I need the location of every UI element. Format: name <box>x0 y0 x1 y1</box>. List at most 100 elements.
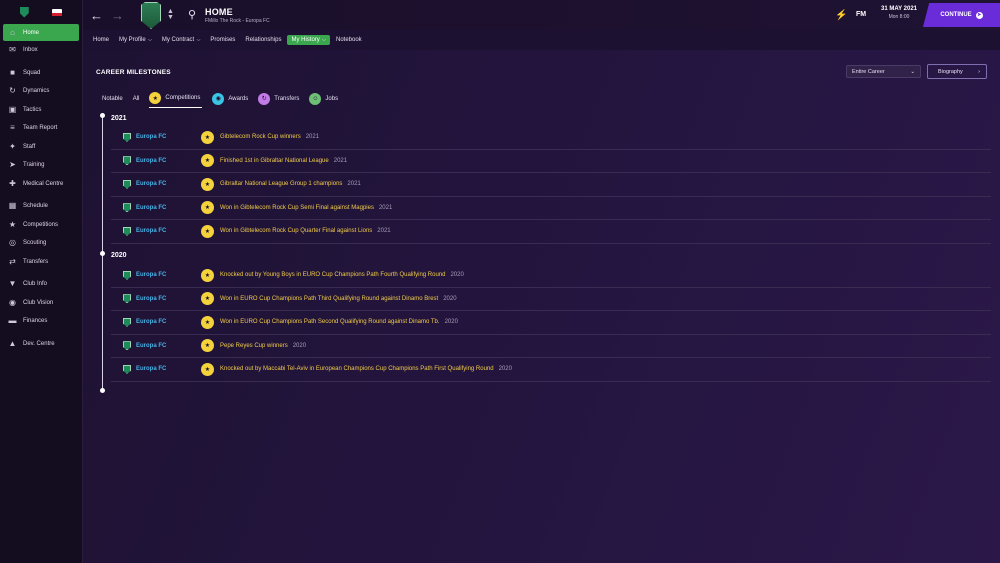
back-arrow-icon[interactable]: ← <box>90 8 103 23</box>
sidebar-item-home[interactable]: ⌂ Home <box>3 24 79 41</box>
filter-competitions-label: Competitions <box>165 95 201 101</box>
sidebar-item-competitions[interactable]: ★ Competitions <box>0 216 82 235</box>
milestone-row: Europa FC ★ Knocked out by Maccabi Tel-Avi… <box>111 358 991 382</box>
shield-icon: ▼ <box>8 279 17 289</box>
switch-club-icon[interactable]: ▲ ▼ <box>167 8 174 21</box>
sidebar-item-label: Competitions <box>23 221 59 228</box>
club-link[interactable]: Europa FC <box>136 366 201 372</box>
sidebar-item-label: Schedule <box>23 203 49 210</box>
fm-menu-button[interactable]: FM <box>856 11 866 18</box>
sidebar-item-club-vision[interactable]: ◉ Club Vision <box>0 294 82 313</box>
milestone-text[interactable]: Finished 1st in Gibraltar National Leagu… <box>220 158 329 164</box>
training-icon: ➤ <box>9 160 16 170</box>
sidebar-item-club-info[interactable]: ▼ Club Info <box>0 275 82 294</box>
nation-flag-icon[interactable] <box>52 8 63 16</box>
club-link[interactable]: Europa FC <box>136 272 201 278</box>
trophy-icon: ★ <box>201 315 214 329</box>
sidebar-item-staff[interactable]: ✦ Staff <box>0 138 82 157</box>
club-badge-icon[interactable] <box>19 6 29 18</box>
sidebar-item-tactics[interactable]: ▣ Tactics <box>0 101 82 120</box>
filter-awards[interactable]: ◉ Awards <box>212 92 248 108</box>
filter-notable[interactable]: Notable <box>102 96 123 105</box>
sidebar-item-medical-centre[interactable]: ✚ Medical Centre <box>0 175 82 194</box>
milestone-row: Europa FC ★ Finished 1st in Gibraltar Nati… <box>111 150 991 173</box>
club-link[interactable]: Europa FC <box>136 343 201 349</box>
milestone-year: 2020 <box>443 295 457 302</box>
sidebar-item-inbox[interactable]: ✉ Inbox <box>0 41 82 60</box>
tab-promises[interactable]: Promises <box>206 35 239 45</box>
game-date[interactable]: 31 MAY 2021 Mon 8:00 <box>879 6 919 20</box>
sidebar-item-label: Medical Centre <box>23 180 64 187</box>
tab-home[interactable]: Home <box>89 35 113 45</box>
milestone-text[interactable]: Gibtelecom Rock Cup winners <box>220 134 301 140</box>
sidebar-item-finances[interactable]: ▬ Finances <box>0 312 82 331</box>
milestone-text[interactable]: Knocked out by Maccabi Tel-Aviv in Europ… <box>220 366 494 372</box>
filter-all[interactable]: All <box>133 96 140 105</box>
sidebar-item-label: Squad <box>23 69 41 76</box>
period-select-value: Entire Career <box>852 68 885 75</box>
timeline-dot <box>100 388 105 393</box>
tab-my-contract[interactable]: My Contract ⌵ <box>158 35 205 45</box>
tab-my-history[interactable]: My History ⌵ <box>287 35 330 45</box>
filter-transfers[interactable]: ↻ Transfers <box>258 92 300 108</box>
milestone-text[interactable]: Won in EURO Cup Champions Path Third Qua… <box>220 296 438 302</box>
award-icon: ◉ <box>212 92 225 105</box>
milestone-text[interactable]: Pepe Reyes Cup winners <box>220 343 288 349</box>
trophy-icon: ★ <box>201 177 214 191</box>
search-icon[interactable]: ⚲ <box>188 8 196 21</box>
continue-button[interactable]: CONTINUE ➤ <box>923 3 1000 27</box>
milestone-text[interactable]: Won in EURO Cup Champions Path Second Qu… <box>220 319 440 325</box>
club-crest[interactable] <box>141 2 161 29</box>
shirt-icon: ■ <box>10 67 15 77</box>
milestone-row: Europa FC ★ Pepe Reyes Cup winners 2020 <box>111 335 991 358</box>
milestone-text[interactable]: Won in Gibtelecom Rock Cup Semi Final ag… <box>220 205 374 211</box>
notifications-icon[interactable]: ⚡ <box>835 10 847 21</box>
filter-jobs[interactable]: ☺ Jobs <box>309 92 338 108</box>
forward-arrow-icon[interactable]: → <box>111 8 124 23</box>
sidebar-item-label: Club Info <box>23 281 48 288</box>
milestone-text[interactable]: Won in Gibtelecom Rock Cup Quarter Final… <box>220 228 372 234</box>
sidebar-item-transfers[interactable]: ⇄ Transfers <box>0 253 82 272</box>
sidebar-item-dev-centre[interactable]: ▲ Dev. Centre <box>0 335 82 354</box>
tab-notebook[interactable]: Notebook <box>332 35 366 45</box>
club-link[interactable]: Europa FC <box>136 296 201 302</box>
sidebar-nav: ⌂ Home ✉ Inbox ■ Squad ↻ Dynamics ▣ Tactics ≡ Team … <box>0 24 82 353</box>
tab-label: Relationships <box>245 37 282 43</box>
milestone-year: 2021 <box>378 204 393 211</box>
biography-button[interactable]: Biography › <box>927 64 987 79</box>
club-link[interactable]: Europa FC <box>136 134 201 140</box>
sidebar-item-label: Finances <box>23 318 48 325</box>
sidebar-item-label: Dynamics <box>23 88 50 95</box>
club-link[interactable]: Europa FC <box>136 319 201 325</box>
sidebar-item-schedule[interactable]: ▦ Schedule <box>0 197 82 216</box>
continue-arrow-icon: ➤ <box>975 11 983 19</box>
period-select[interactable]: Entire Career ⌄ <box>846 65 921 78</box>
inbox-icon: ✉ <box>9 45 16 55</box>
tab-my-profile[interactable]: My Profile ⌵ <box>115 35 156 45</box>
milestone-text[interactable]: Gibraltar National League Group 1 champi… <box>220 181 342 187</box>
milestone-year: 2020 <box>444 319 458 326</box>
trophy-icon: ★ <box>201 268 214 282</box>
transfer-icon: ↻ <box>258 92 271 105</box>
sidebar-item-scouting[interactable]: ◎ Scouting <box>0 234 82 253</box>
filter-transfers-label: Transfers <box>274 95 300 102</box>
club-link[interactable]: Europa FC <box>136 205 201 211</box>
club-badge-icon <box>123 317 131 327</box>
filter-competitions[interactable]: ★ Competitions <box>149 92 203 108</box>
sidebar-item-dynamics[interactable]: ↻ Dynamics <box>0 82 82 101</box>
club-link[interactable]: Europa FC <box>136 228 201 234</box>
club-link[interactable]: Europa FC <box>136 158 201 164</box>
page-subtitle: FMillo The Rock - Europa FC <box>205 18 270 24</box>
trophy-icon: ★ <box>149 92 162 104</box>
sidebar-item-team-report[interactable]: ≡ Team Report <box>0 119 82 138</box>
sidebar-item-training[interactable]: ➤ Training <box>0 156 82 175</box>
milestone-row: Europa FC ★ Won in Gibtelecom Rock Cup Qua… <box>111 220 991 244</box>
tab-relationships[interactable]: Relationships <box>241 35 285 45</box>
club-badge-icon <box>123 341 131 351</box>
tab-label: Home <box>93 37 110 43</box>
milestone-text[interactable]: Knocked out by Young Boys in EURO Cup Ch… <box>220 272 445 278</box>
sidebar-item-squad[interactable]: ■ Squad <box>0 64 82 83</box>
milestone-list: Europa FC ★ Knocked out by Young Boys in E… <box>111 264 991 382</box>
club-badge-icon <box>123 203 131 213</box>
club-link[interactable]: Europa FC <box>136 181 201 187</box>
